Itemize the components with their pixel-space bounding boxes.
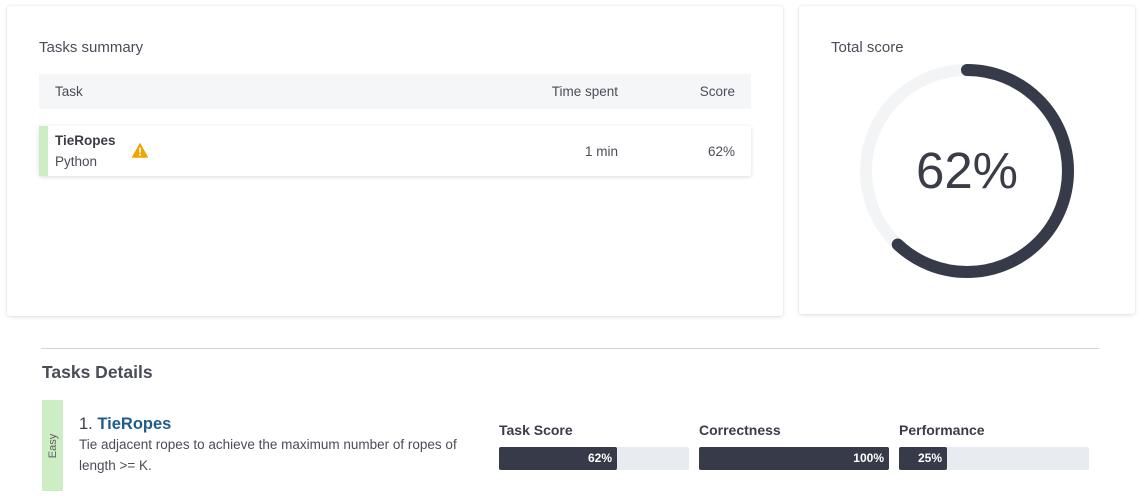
tasks-summary-card: Tasks summary Task Time spent Score TieR… xyxy=(7,6,783,316)
task-number: 1. xyxy=(79,415,93,433)
total-score-title: Total score xyxy=(831,39,904,56)
column-header-score: Score xyxy=(699,84,735,99)
correctness-bar-fill: 100% xyxy=(699,447,889,470)
task-name-link[interactable]: TieRopes xyxy=(97,415,171,433)
task-detail-heading: 1. TieRopes xyxy=(79,415,171,434)
task-score-bar: 62% xyxy=(499,447,689,470)
metric-label-performance: Performance xyxy=(899,422,985,438)
column-header-task: Task xyxy=(55,84,83,99)
tasks-summary-title: Tasks summary xyxy=(39,39,144,56)
metric-label-task-score: Task Score xyxy=(499,422,573,438)
tasks-details-title: Tasks Details xyxy=(42,362,153,382)
metric-label-correctness: Correctness xyxy=(699,422,781,438)
row-status-accent xyxy=(39,126,48,176)
task-description: Tie adjacent ropes to achieve the maximu… xyxy=(79,437,457,473)
task-score-bar-fill: 62% xyxy=(499,447,617,470)
task-name: TieRopes xyxy=(55,133,116,148)
difficulty-badge: Easy xyxy=(42,400,63,491)
column-header-time-spent: Time spent xyxy=(551,84,618,99)
task-time-spent: 1 min xyxy=(584,144,618,159)
difficulty-label: Easy xyxy=(46,433,59,458)
total-score-value: 62% xyxy=(915,142,1019,199)
performance-bar-fill: 25% xyxy=(899,447,947,470)
correctness-bar: 100% xyxy=(699,447,889,470)
table-row[interactable]: TieRopes Python 1 min 62% xyxy=(39,126,751,176)
summary-table-header: Task Time spent Score xyxy=(39,74,751,109)
performance-bar: 25% xyxy=(899,447,1089,470)
warning-triangle-icon xyxy=(132,143,148,158)
task-score: 62% xyxy=(707,144,735,159)
section-divider xyxy=(41,348,1099,349)
task-language: Python xyxy=(55,154,98,169)
